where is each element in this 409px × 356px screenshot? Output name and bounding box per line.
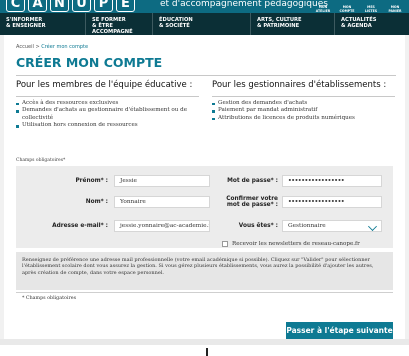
canope-logo[interactable]: C A N U P É bbox=[6, 0, 135, 13]
email-field[interactable]: jessie.yonnaire@ac-academie.fr bbox=[114, 220, 210, 232]
divider bbox=[16, 96, 199, 97]
email-notice: Renseignez de préférence une adresse mai… bbox=[16, 252, 393, 290]
benefit-text: Utilisation hors connexion de ressources bbox=[22, 122, 138, 129]
mes-listes-icon[interactable]: MES LISTES bbox=[359, 0, 383, 13]
bullet-icon bbox=[16, 110, 19, 113]
account-shortcuts: MON ATELIER MON COMPTE MES LISTES MON PA… bbox=[311, 0, 407, 13]
logo-letter: A bbox=[28, 0, 47, 12]
benefit-text: Demandes d'achats au gestionnaire d'étab… bbox=[22, 107, 188, 114]
managers-benefits: Gestion des demandes d'achats Paiement p… bbox=[212, 100, 397, 122]
password-field[interactable]: ••••••••••••••••• bbox=[282, 175, 382, 187]
managers-title: Pour les gestionnaires d'établissements … bbox=[212, 80, 387, 90]
required-note: Champs obligatoires* bbox=[16, 158, 66, 163]
site-tagline: et d'accompagnement pédagogiques bbox=[160, 0, 328, 9]
benefit-text: Attributions de licences de produits num… bbox=[218, 114, 355, 121]
first-name-field[interactable]: Jessie bbox=[114, 175, 210, 187]
logo-letter: C bbox=[6, 0, 25, 12]
benefit-text: Gestion des demandes d'achats bbox=[218, 100, 308, 106]
required-note-bottom: * Champs obligatoires bbox=[22, 296, 77, 301]
nav-label: & PATRIMOINE bbox=[257, 23, 300, 29]
first-name-label: Prénom* : bbox=[75, 178, 108, 184]
page-title: CRÉER MON COMPTE bbox=[16, 55, 163, 70]
bullet-icon bbox=[16, 102, 19, 106]
nav-item-arts[interactable]: ARTS, CULTURE & PATRIMOINE bbox=[250, 13, 334, 35]
password-confirm-field[interactable]: ••••••••••••••••• bbox=[282, 196, 382, 208]
nav-label: & ÊTRE ACCOMPAGNÉ bbox=[92, 23, 133, 35]
list-item: Paiement par mandat administratif bbox=[212, 107, 397, 114]
main-nav: S'INFORMER & ENSEIGNER SE FORMER & ÊTRE … bbox=[0, 13, 409, 35]
breadcrumb-separator: > bbox=[35, 44, 40, 50]
top-header: C A N U P É et d'accompagnement pédagogi… bbox=[0, 0, 409, 13]
bullet-icon bbox=[212, 117, 215, 121]
page-frame bbox=[405, 35, 409, 345]
logo-letter: P bbox=[94, 0, 113, 12]
page-frame bbox=[0, 35, 4, 345]
signup-form: Prénom* : Jessie Nom* : Yonnaire Adresse… bbox=[16, 166, 393, 248]
page-frame-bottom bbox=[0, 339, 409, 345]
last-name-field[interactable]: Yonnaire bbox=[114, 196, 210, 208]
benefit-text: collectivité bbox=[22, 114, 54, 121]
text-cursor-icon bbox=[206, 348, 208, 356]
education-team-benefits: Accès à des ressources exclusives Demand… bbox=[16, 100, 201, 130]
newsletter-option[interactable]: Recevoir les newsletters de reseau-canop… bbox=[222, 241, 360, 247]
nav-item-informer[interactable]: S'INFORMER & ENSEIGNER bbox=[0, 13, 85, 35]
divider bbox=[212, 96, 395, 97]
mon-atelier-icon[interactable]: MON ATELIER bbox=[311, 0, 335, 13]
nav-label: & AGENDA bbox=[341, 23, 372, 29]
mon-compte-icon[interactable]: MON COMPTE bbox=[335, 0, 359, 13]
last-name-label: Nom* : bbox=[85, 199, 108, 205]
newsletter-checkbox[interactable] bbox=[222, 241, 228, 247]
password-label: Mot de passe* : bbox=[227, 178, 278, 184]
list-item: Utilisation hors connexion de ressources bbox=[16, 122, 201, 129]
bullet-icon bbox=[212, 110, 215, 113]
newsletter-label: Recevoir les newsletters de reseau-canop… bbox=[232, 241, 360, 247]
logo-letter: É bbox=[116, 0, 135, 12]
mon-panier-icon[interactable]: MON PANIER bbox=[383, 0, 407, 13]
logo-letter: N bbox=[50, 0, 69, 12]
role-label: Vous êtes* : bbox=[238, 223, 278, 229]
password-confirm-label-line: mot de passe* : bbox=[226, 202, 278, 208]
role-select-value: Gestionnaire bbox=[288, 223, 326, 229]
nav-item-former[interactable]: SE FORMER & ÊTRE ACCOMPAGNÉ bbox=[85, 13, 152, 35]
benefit-text: Paiement par mandat administratif bbox=[218, 107, 318, 114]
chevron-down-icon bbox=[368, 222, 377, 231]
list-item: Gestion des demandes d'achats bbox=[212, 100, 397, 107]
bullet-icon bbox=[212, 102, 215, 106]
bullet-icon bbox=[16, 125, 19, 128]
list-item: Attributions de licences de produits num… bbox=[212, 115, 397, 122]
divider bbox=[16, 75, 396, 76]
breadcrumb: Accueil > Créer mon compte bbox=[16, 44, 88, 50]
breadcrumb-current: Créer mon compte bbox=[41, 44, 89, 50]
benefit-text: Accès à des ressources exclusives bbox=[22, 100, 119, 106]
next-step-button[interactable]: Passer à l'étape suivante bbox=[286, 322, 393, 339]
breadcrumb-home[interactable]: Accueil bbox=[16, 44, 34, 50]
email-label: Adresse e-mail* : bbox=[52, 223, 108, 229]
nav-item-actualites[interactable]: ACTUALITÉS & AGENDA bbox=[334, 13, 409, 35]
education-team-title: Pour les membres de l'équipe éducative : bbox=[16, 80, 193, 90]
nav-label: & SOCIÉTÉ bbox=[159, 23, 190, 29]
divider bbox=[16, 292, 393, 293]
password-confirm-label: Confirmer votre mot de passe* : bbox=[206, 196, 278, 208]
list-item: collectivité bbox=[16, 115, 201, 122]
nav-label: & ENSEIGNER bbox=[6, 23, 46, 29]
nav-item-education[interactable]: ÉDUCATION & SOCIÉTÉ bbox=[152, 13, 250, 35]
role-select[interactable]: Gestionnaire bbox=[282, 220, 382, 232]
list-item: Demandes d'achats au gestionnaire d'étab… bbox=[16, 107, 201, 114]
logo-letter: U bbox=[72, 0, 91, 12]
